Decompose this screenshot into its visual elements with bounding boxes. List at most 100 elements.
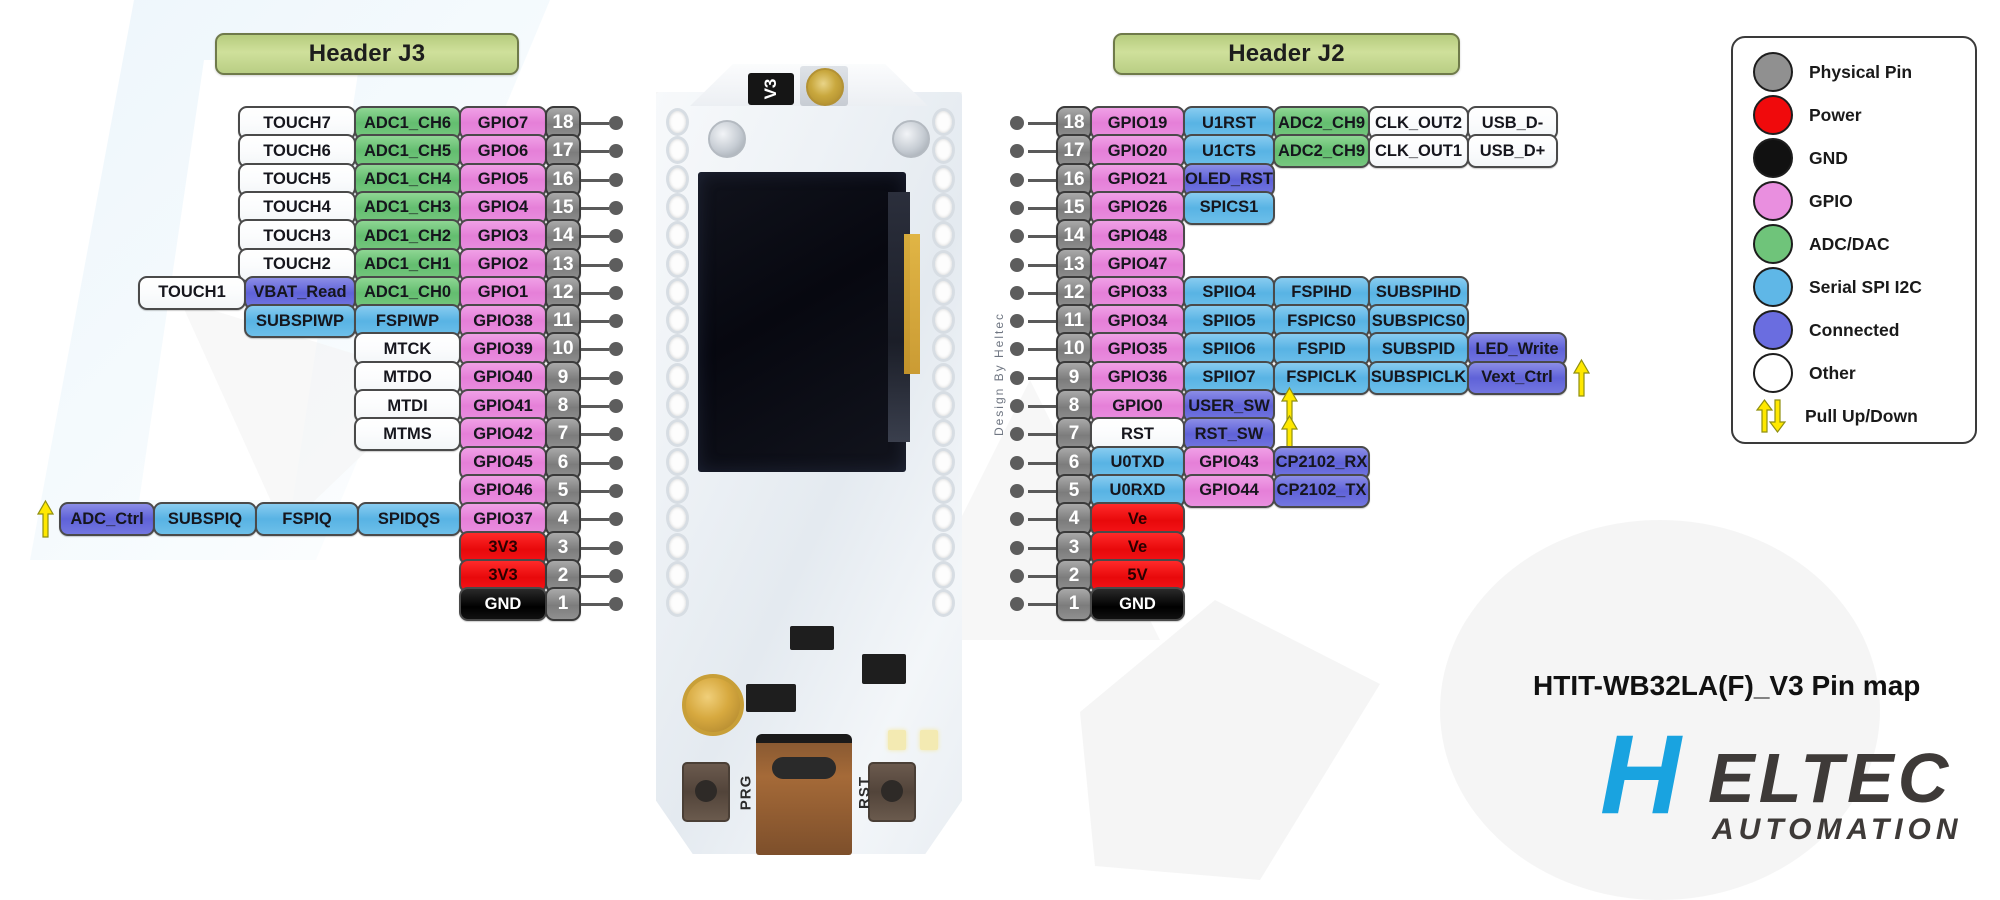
pcb-through-hole	[932, 306, 955, 335]
legend-swatch	[1753, 224, 1793, 264]
pcb-through-hole	[932, 164, 955, 193]
pin-dot	[1010, 285, 1024, 300]
screw-left	[708, 120, 746, 158]
board-side-text: Design By Heltec	[992, 312, 1006, 437]
pin-cell-gnd: GND	[1090, 587, 1185, 622]
pcb-through-hole	[666, 475, 689, 504]
rst-silkscreen-label: RST	[856, 776, 873, 809]
pin-lead	[1028, 291, 1056, 295]
ufl-antenna-connector	[806, 68, 844, 106]
pin-dot	[1010, 597, 1024, 612]
logo-mark: H	[1600, 712, 1681, 837]
pin-lead	[1028, 178, 1056, 182]
pin-dot	[1010, 314, 1024, 329]
pin-cell-usb-d-: USB_D+	[1467, 134, 1558, 169]
legend-item: GPIO	[1753, 181, 1853, 221]
legend-swatch	[1753, 267, 1793, 307]
smd-component	[746, 684, 796, 712]
pcb-through-hole	[932, 560, 955, 589]
pin-cell-subspiclk: SUBSPICLK	[1368, 360, 1469, 395]
pin-dot	[1010, 399, 1024, 413]
pcb-through-hole	[932, 277, 955, 306]
legend-swatch	[1753, 138, 1793, 178]
legend-swatch	[1753, 353, 1793, 393]
pin-cell-spics1: SPICS1	[1183, 190, 1275, 225]
pin-dot	[1010, 483, 1024, 498]
logo-wordmark: ELTEC	[1708, 739, 1953, 817]
pcb-through-hole	[932, 504, 955, 533]
pin-lead	[1028, 405, 1056, 408]
pin-cell-clk-out1: CLK_OUT1	[1368, 134, 1469, 169]
oled-display	[698, 172, 906, 472]
pcb-through-hole	[932, 447, 955, 476]
pin-dot	[1010, 257, 1024, 272]
pin-lead	[1028, 518, 1056, 522]
screw-right	[892, 120, 930, 158]
pcb-through-hole	[932, 589, 955, 618]
pin-lead	[1028, 235, 1056, 239]
oled-tape	[904, 234, 920, 374]
pcb-through-hole	[932, 192, 955, 221]
pcb-through-hole	[666, 362, 689, 391]
pin-lead	[1028, 489, 1056, 493]
rst-button[interactable]	[868, 762, 916, 822]
pin-dot	[1010, 144, 1024, 159]
legend-item: Physical Pin	[1753, 52, 1913, 92]
pin-dot	[1010, 116, 1024, 130]
pin-dot	[1010, 342, 1024, 357]
pcb-through-hole	[666, 192, 689, 221]
legend-label: Pull Up/Down	[1805, 405, 1918, 426]
pcb-through-hole	[666, 306, 689, 335]
physical-pin-number: 1	[1056, 587, 1092, 622]
pin-lead	[1028, 376, 1056, 380]
pcb-through-hole	[666, 504, 689, 533]
pcb-through-hole	[666, 589, 689, 618]
legend-label: ADC/DAC	[1809, 233, 1890, 254]
pcb-through-hole	[666, 560, 689, 589]
legend-panel: Physical Pin Power GND GPIO ADC/DAC Serial SP…	[1731, 36, 1977, 444]
pin-cell-adc2-ch9: ADC2_CH9	[1273, 134, 1370, 169]
pin-dot	[1010, 229, 1024, 244]
legend-item: Connected	[1753, 310, 1900, 350]
pcb-through-hole	[932, 108, 955, 136]
pcb-through-hole	[932, 475, 955, 504]
prg-silkscreen-label: PRG	[737, 774, 755, 811]
board-photo: V3 PRG RST Design By Heltec	[620, 62, 1006, 862]
legend-label: Connected	[1809, 319, 1900, 340]
legend-item: Serial SPI I2C	[1753, 267, 1922, 307]
pull-up-down-icon	[1753, 398, 1789, 434]
pin-dot	[1010, 370, 1024, 385]
legend-label: Other	[1809, 362, 1856, 383]
pcb-through-hole	[666, 221, 689, 250]
prg-button[interactable]	[682, 762, 730, 822]
pin-dot	[1010, 200, 1024, 215]
pin-dot	[1010, 540, 1024, 555]
usb-c-connector	[756, 734, 852, 855]
legend-item: Power	[1753, 95, 1862, 135]
pin-cell-cp2102-tx: CP2102_TX	[1273, 473, 1370, 508]
logo-subtitle: AUTOMATION	[1712, 813, 1963, 846]
pin-lead	[1028, 150, 1056, 154]
pcb-through-hole	[666, 532, 689, 561]
legend-item: Pull Up/Down	[1753, 398, 1918, 434]
pcb-through-hole	[666, 164, 689, 193]
ic-chip	[862, 654, 906, 684]
legend-item: GND	[1753, 138, 1848, 178]
legend-label: Physical Pin	[1809, 61, 1913, 82]
pin-row: 1 GND	[1056, 587, 1185, 622]
pin-cell-gpio44: GPIO44	[1183, 473, 1275, 508]
pcb-through-hole	[666, 391, 689, 419]
smd-component	[790, 626, 834, 650]
pin-dot	[1010, 568, 1024, 583]
pcb-through-hole	[666, 447, 689, 476]
pcb-through-hole	[932, 362, 955, 391]
pcb-through-hole	[666, 108, 689, 136]
pin-dot	[1010, 455, 1024, 470]
pcb-through-hole	[932, 249, 955, 278]
pcb-through-hole	[932, 221, 955, 250]
pcb-through-hole	[666, 277, 689, 306]
inductor-coil	[682, 674, 744, 736]
legend-swatch	[1753, 95, 1793, 135]
legend-item: Other	[1753, 353, 1856, 393]
led-indicator	[920, 730, 938, 750]
